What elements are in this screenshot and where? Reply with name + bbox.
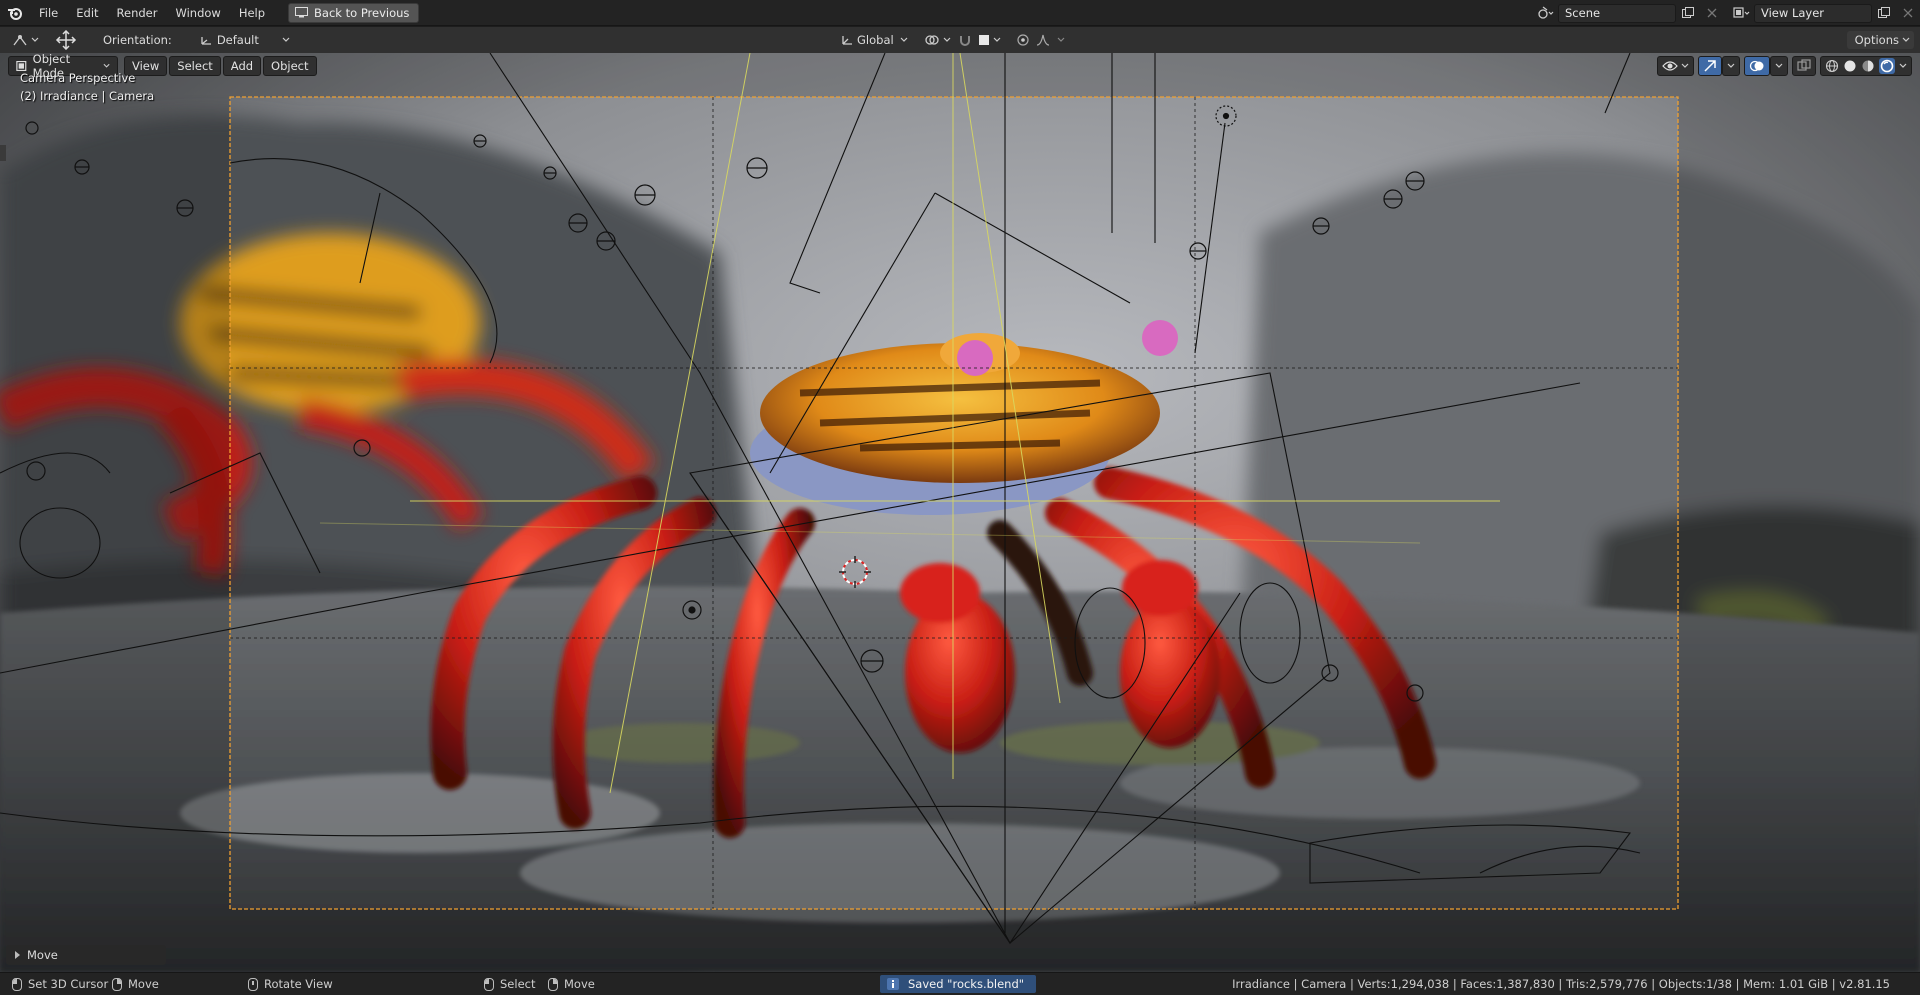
3d-viewport[interactable]: Object Mode View Select Add Object Camer… <box>0 53 1920 972</box>
saved-notification[interactable]: Saved "rocks.blend" <box>880 975 1037 993</box>
proportional-edit-icon <box>1017 34 1029 46</box>
snap-increment-icon <box>979 35 989 45</box>
chevron-down-icon <box>103 63 110 68</box>
mouse-right-icon <box>112 977 122 991</box>
mouse-middle-icon <box>248 977 258 991</box>
menu-window[interactable]: Window <box>166 0 229 26</box>
visibility-dropdown[interactable] <box>1657 56 1694 76</box>
xray-icon <box>1797 59 1811 71</box>
chevron-down-icon <box>900 37 908 42</box>
status-move-2: Move <box>548 977 595 991</box>
snap-target-dropdown[interactable] <box>974 30 1005 50</box>
new-scene-icon[interactable] <box>1676 3 1700 23</box>
snap-toggle[interactable] <box>954 30 976 50</box>
chevron-down-icon <box>282 37 290 42</box>
status-bar: Set 3D Cursor Move Rotate View Select Mo… <box>0 972 1920 995</box>
falloff-curve-icon <box>1036 34 1050 46</box>
scene-name-field[interactable]: Scene <box>1558 3 1676 23</box>
view-layer-name-field[interactable]: View Layer <box>1754 3 1872 23</box>
chevron-down-icon <box>993 37 1001 42</box>
xray-toggle[interactable] <box>1792 56 1816 76</box>
object-info-label: (2) Irradiance | Camera <box>20 89 155 103</box>
viewport-render <box>0 53 1920 972</box>
view-layer-browse-icon[interactable] <box>1730 3 1754 23</box>
transform-space-dropdown[interactable]: Global <box>836 30 912 50</box>
mouse-left-icon <box>484 977 494 991</box>
solid-shading-icon[interactable] <box>1843 59 1857 73</box>
material-shading-icon[interactable] <box>1861 59 1875 73</box>
gizmo-toggle[interactable] <box>1698 56 1722 76</box>
chevron-down-icon <box>943 37 951 42</box>
tool-settings-header: Orientation: Default Global Options <box>0 27 1920 53</box>
move-tool-icon[interactable] <box>51 30 81 50</box>
overlays-dropdown[interactable] <box>1770 56 1788 76</box>
menu-file[interactable]: File <box>30 0 67 26</box>
orientation-dropdown[interactable]: Default <box>196 30 294 50</box>
chevron-down-icon <box>1727 63 1735 68</box>
chevron-right-icon <box>15 951 20 959</box>
wireframe-shading-icon[interactable] <box>1825 59 1839 73</box>
status-move: Move <box>112 977 159 991</box>
proportional-falloff-dropdown[interactable] <box>1032 30 1069 50</box>
chevron-down-icon <box>31 37 39 42</box>
editor-type-dropdown[interactable] <box>8 30 43 50</box>
status-rotate-view: Rotate View <box>248 977 333 991</box>
menu-help[interactable]: Help <box>230 0 274 26</box>
gizmo-icon <box>1704 60 1716 72</box>
overlays-icon <box>1749 60 1764 72</box>
eye-icon <box>1662 61 1678 71</box>
global-axes-icon <box>842 36 852 45</box>
screen-icon <box>295 7 309 18</box>
chevron-down-icon <box>1775 63 1783 68</box>
add-menu[interactable]: Add <box>222 56 262 76</box>
chevron-down-icon <box>1681 63 1689 68</box>
mouse-left-icon <box>12 977 22 991</box>
scene-statistics: Irradiance | Camera | Verts:1,294,038 | … <box>1232 977 1890 991</box>
last-operator-panel[interactable]: Move <box>6 945 166 965</box>
gizmo-dropdown[interactable] <box>1722 56 1740 76</box>
camera-perspective-label: Camera Perspective <box>20 71 136 85</box>
proportional-editing-toggle[interactable] <box>1012 30 1034 50</box>
scene-browse-icon[interactable] <box>1534 3 1558 23</box>
overlays-toggle[interactable] <box>1744 56 1770 76</box>
delete-view-layer-icon[interactable] <box>1896 3 1920 23</box>
mouse-right-icon <box>548 977 558 991</box>
select-menu[interactable]: Select <box>169 56 221 76</box>
viewport-shading-controls <box>1657 56 1912 76</box>
back-to-previous-button[interactable]: Back to Previous <box>288 2 420 23</box>
menu-edit[interactable]: Edit <box>67 0 107 26</box>
toolbar-expand-tab[interactable] <box>0 145 6 161</box>
chevron-down-icon[interactable] <box>1899 62 1907 70</box>
chevron-down-icon <box>1902 37 1910 42</box>
orientation-label: Orientation: <box>103 33 172 47</box>
object-menu[interactable]: Object <box>263 56 317 76</box>
back-to-previous-label: Back to Previous <box>314 5 410 20</box>
new-view-layer-icon[interactable] <box>1872 3 1896 23</box>
menu-render[interactable]: Render <box>108 0 167 26</box>
pivot-point-dropdown[interactable] <box>920 30 955 50</box>
editor-type-icon <box>13 35 27 46</box>
delete-scene-icon[interactable] <box>1700 3 1724 23</box>
scene-selector-area: Scene View Layer <box>1534 0 1920 26</box>
status-select: Select <box>484 977 535 991</box>
pivot-icon <box>925 35 939 45</box>
orientation-axis-icon <box>201 37 211 45</box>
status-set-3d-cursor: Set 3D Cursor <box>12 977 108 991</box>
rendered-shading-icon[interactable] <box>1879 58 1895 74</box>
top-menu-bar: File Edit Render Window Help Back to Pre… <box>0 0 1920 26</box>
blender-logo-icon[interactable] <box>0 0 30 26</box>
chevron-down-icon <box>1057 37 1065 42</box>
magnet-icon <box>960 36 970 46</box>
options-dropdown[interactable]: Options <box>1846 31 1914 49</box>
info-icon <box>887 978 899 990</box>
shading-mode-group <box>1820 56 1912 76</box>
